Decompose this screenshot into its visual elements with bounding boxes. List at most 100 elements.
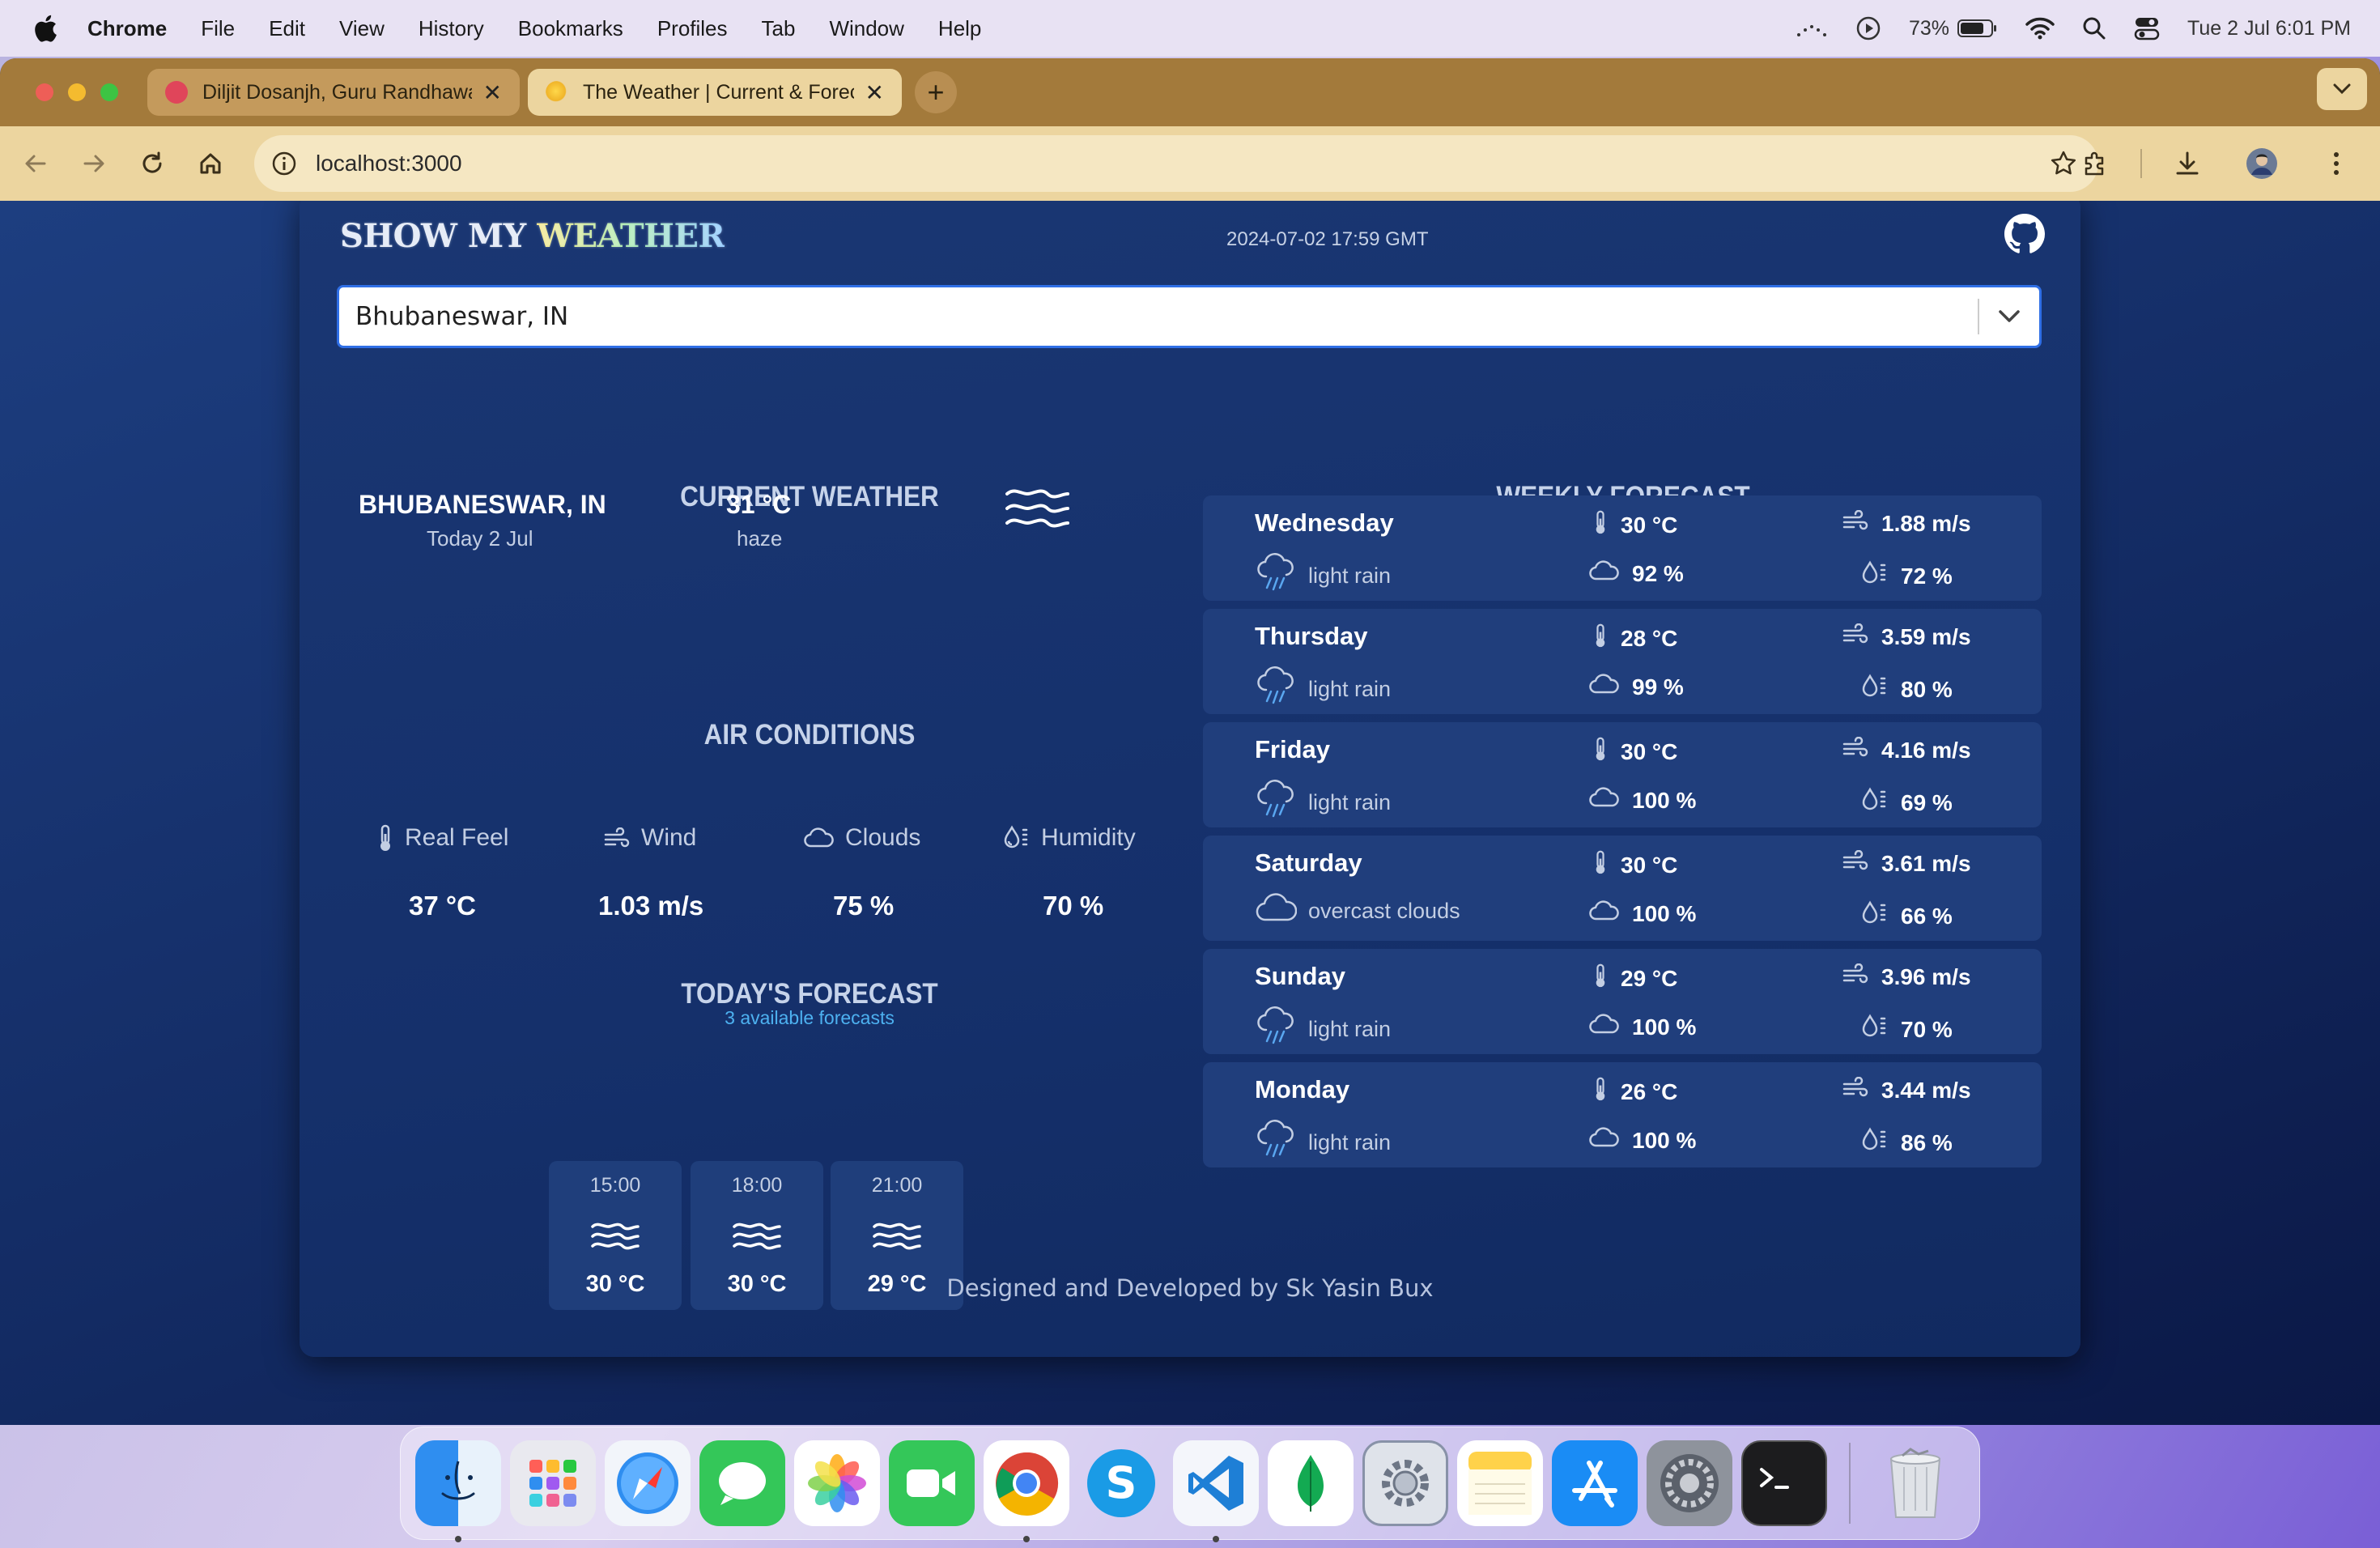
chevron-down-icon [2333,83,2351,95]
system-settings-icon[interactable] [1647,1440,1732,1526]
menu-view[interactable]: View [339,16,385,41]
messages-icon[interactable] [699,1440,785,1526]
notes-icon[interactable] [1457,1440,1543,1526]
forecast-temperature: 26 °C [1593,1077,1677,1107]
facetime-icon[interactable] [889,1440,975,1526]
chrome-icon[interactable] [984,1440,1069,1542]
profile-button[interactable] [2233,134,2291,193]
forecast-clouds: 100 % [1588,1127,1696,1154]
forecast-wind-value: 3.59 m/s [1881,623,1971,649]
menu-edit[interactable]: Edit [269,16,305,41]
cloud-icon [804,827,834,848]
menubar-clock[interactable]: Tue 2 Jul 6:01 PM [2187,17,2351,40]
extensions-button[interactable] [2066,134,2124,193]
menu-profiles[interactable]: Profiles [657,16,728,41]
hourly-time: 21:00 [871,1174,923,1197]
forecast-humidity: 69 % [1860,787,1953,819]
browser-toolbar: localhost:3000 [0,126,2380,201]
chrome-menu-button[interactable] [2307,134,2365,193]
forecast-clouds-value: 100 % [1632,900,1697,926]
tab-weather-app[interactable]: The Weather | Current & Forecast ✕ [528,69,902,116]
control-center-icon[interactable] [2134,16,2160,40]
forecast-wind: 3.96 m/s [1842,963,1971,990]
forecast-description: light rain [1308,563,1392,588]
minimize-window-button[interactable] [68,83,86,101]
downloads-button[interactable] [2158,134,2216,193]
menu-window[interactable]: Window [829,16,903,41]
window-controls [36,83,118,101]
menu-file[interactable]: File [201,16,235,41]
humidity-icon [1004,825,1028,848]
forecast-day: Saturday [1255,848,1362,877]
tab-search-button[interactable] [2317,68,2367,110]
arrow-left-icon [25,155,46,172]
github-link[interactable] [2004,214,2045,258]
cloud-icon [1588,1127,1619,1154]
close-tab-icon[interactable]: ✕ [865,79,884,106]
address-bar[interactable]: localhost:3000 [254,135,2098,192]
wifi-icon[interactable] [2025,17,2055,40]
vscode-icon[interactable] [1173,1440,1259,1542]
skype-icon[interactable]: S [1078,1440,1164,1526]
home-button[interactable] [181,134,240,193]
forecast-humidity-value: 69 % [1901,789,1953,815]
city-dropdown-toggle[interactable] [1979,309,2039,324]
toolbar-right [2066,126,2380,201]
city-search[interactable] [337,285,2042,348]
forecast-clouds: 92 % [1588,560,1684,587]
humidity-icon [1860,560,1888,592]
menu-bookmarks[interactable]: Bookmarks [518,16,623,41]
system-utility-icon[interactable] [1362,1440,1448,1526]
menu-tab[interactable]: Tab [762,16,796,41]
app-store-icon[interactable] [1552,1440,1638,1526]
thermometer-icon [1593,1077,1608,1107]
menu-history[interactable]: History [419,16,484,41]
now-playing-icon[interactable] [1855,15,1881,41]
terminal-icon[interactable] [1741,1440,1827,1526]
menu-help[interactable]: Help [938,16,981,41]
safari-icon[interactable] [605,1440,691,1526]
status-dots-icon[interactable] [1796,19,1828,38]
finder-icon[interactable] [415,1440,501,1542]
battery-percent: 73% [1909,16,1950,40]
site-info-icon[interactable] [270,150,298,177]
close-window-button[interactable] [36,83,53,101]
chevron-down-icon [1999,310,2020,322]
cloud-icon [1588,1014,1619,1040]
puzzle-piece-icon [2085,151,2104,176]
tab-strip: Diljit Dosanjh, Guru Randhawa ✕ The Weat… [0,58,2380,126]
thermometer-icon [380,824,390,851]
close-tab-icon[interactable]: ✕ [483,79,502,106]
url-text[interactable]: localhost:3000 [316,151,462,176]
utc-timestamp: 2024-07-02 17:59 GMT [1226,228,1429,250]
wind-icon [1842,736,1868,763]
launchpad-icon[interactable] [510,1440,596,1526]
forecast-humidity: 70 % [1860,1014,1953,1045]
photos-icon[interactable] [794,1440,880,1526]
forward-button[interactable] [65,134,123,193]
reload-button[interactable] [123,134,181,193]
mongodb-compass-icon[interactable] [1268,1440,1354,1526]
new-tab-button[interactable]: + [915,71,957,113]
humidity-icon [1860,900,1888,932]
forecast-clouds: 100 % [1588,787,1696,814]
battery-status[interactable]: 73% [1909,17,1998,40]
apple-logo-icon[interactable] [29,15,62,42]
logo-text: SHOW MY [340,217,538,255]
forecast-condition: light rain [1255,1119,1391,1167]
real-feel-label-text: Real Feel [405,824,509,851]
forecast-temperature: 30 °C [1593,737,1677,767]
city-search-input[interactable] [339,287,1978,346]
forecast-temp-value: 30 °C [1621,852,1678,878]
forecast-humidity-value: 66 % [1901,903,1953,929]
zoom-window-button[interactable] [100,83,118,101]
cloud-icon [1588,900,1619,927]
menu-app-name[interactable]: Chrome [87,16,167,41]
trash-icon[interactable] [1872,1440,1958,1526]
spotlight-search-icon[interactable] [2082,16,2106,40]
weekly-forecast-row: Monday light rain 26 °C 100 % 3.44 m/s 86 % [1203,1062,2042,1167]
forecast-temp-value: 30 °C [1621,512,1678,538]
tab-music-video[interactable]: Diljit Dosanjh, Guru Randhawa ✕ [147,69,520,116]
back-button[interactable] [6,134,65,193]
more-vertical-icon [2334,152,2339,175]
